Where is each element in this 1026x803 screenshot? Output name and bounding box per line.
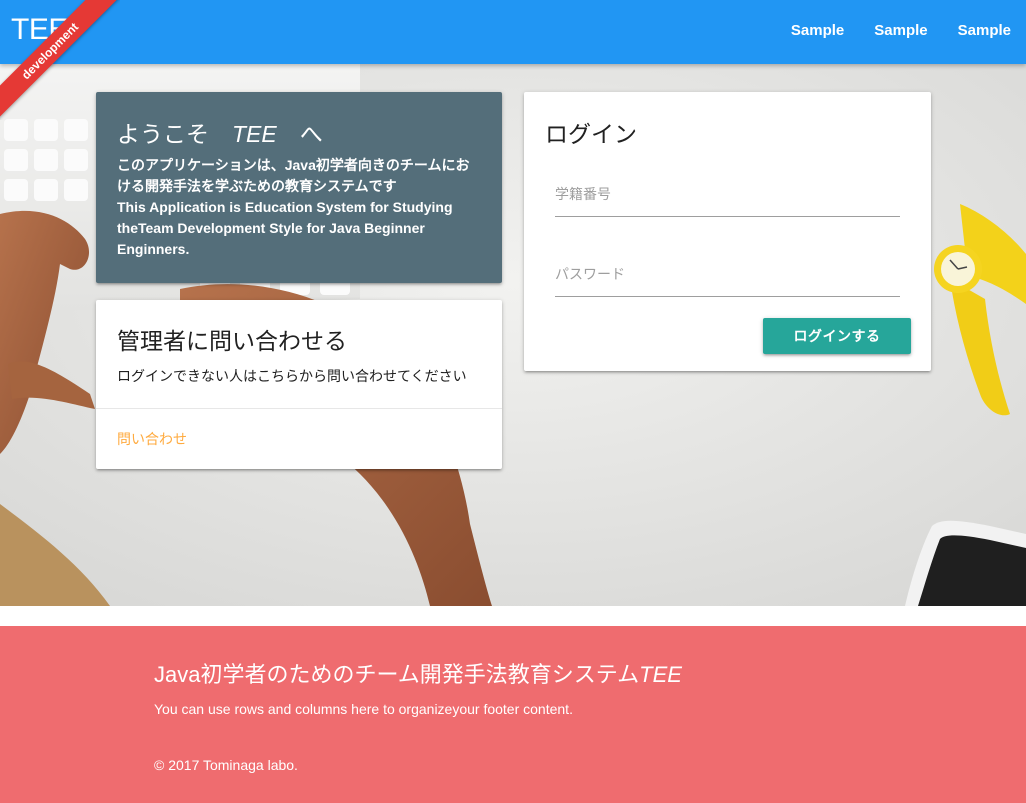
contact-link[interactable]: 問い合わせ bbox=[117, 431, 187, 447]
nav-link-sample-3[interactable]: Sample bbox=[943, 0, 1026, 64]
welcome-title-prefix: ようこそ bbox=[117, 121, 232, 147]
login-title: ログイン bbox=[545, 121, 637, 147]
contact-card-title: 管理者に問い合わせる bbox=[117, 328, 347, 354]
welcome-title-suffix: へ bbox=[276, 121, 323, 147]
footer-copyright: © 2017 Tominaga labo. bbox=[154, 757, 298, 773]
password-input[interactable] bbox=[555, 251, 900, 297]
welcome-description: このアプリケーションは、Java初学者向きのチームにお ける開発手法を学ぶための… bbox=[117, 155, 481, 260]
welcome-card: ようこそ TEE へ このアプリケーションは、Java初学者向きのチームにお け… bbox=[96, 92, 502, 283]
contact-admin-card: 管理者に問い合わせる ログインできない人はこちらから問い合わせてください 問い合… bbox=[96, 300, 502, 469]
nav-link-sample-1[interactable]: Sample bbox=[776, 0, 859, 64]
nav-links: Sample Sample Sample bbox=[776, 0, 1026, 64]
welcome-title: ようこそ TEE へ bbox=[117, 118, 481, 150]
footer-title-prefix: Java初学者のためのチーム開発手法教育システム bbox=[154, 662, 640, 687]
student-id-input[interactable] bbox=[555, 171, 900, 217]
contact-card-description: ログインできない人はこちらから問い合わせてください bbox=[117, 368, 467, 384]
top-navbar: TEE Sample Sample Sample bbox=[0, 0, 1026, 64]
welcome-title-app-name: TEE bbox=[232, 121, 277, 147]
footer-description: You can use rows and columns here to org… bbox=[154, 701, 573, 717]
welcome-line-5: Enginners. bbox=[117, 241, 190, 257]
nav-link-sample-2[interactable]: Sample bbox=[859, 0, 942, 64]
welcome-line-4: theTeam Development Style for Java Begin… bbox=[117, 220, 425, 236]
welcome-line-3: This Application is Education System for… bbox=[117, 199, 453, 215]
welcome-line-2: ける開発手法を学ぶための教育システムです bbox=[117, 178, 397, 194]
login-card: ログイン ログインする bbox=[524, 92, 931, 371]
welcome-line-1: このアプリケーションは、Java初学者向きのチームにお bbox=[117, 157, 470, 173]
footer-title: Java初学者のためのチーム開発手法教育システムTEE bbox=[154, 657, 682, 689]
page-footer: Java初学者のためのチーム開発手法教育システムTEE You can use … bbox=[0, 626, 1026, 803]
login-button[interactable]: ログインする bbox=[763, 318, 911, 354]
contact-card-action: 問い合わせ bbox=[96, 409, 502, 449]
contact-card-content: 管理者に問い合わせる ログインできない人はこちらから問い合わせてください bbox=[96, 300, 502, 409]
footer-title-app-name: TEE bbox=[639, 662, 682, 687]
